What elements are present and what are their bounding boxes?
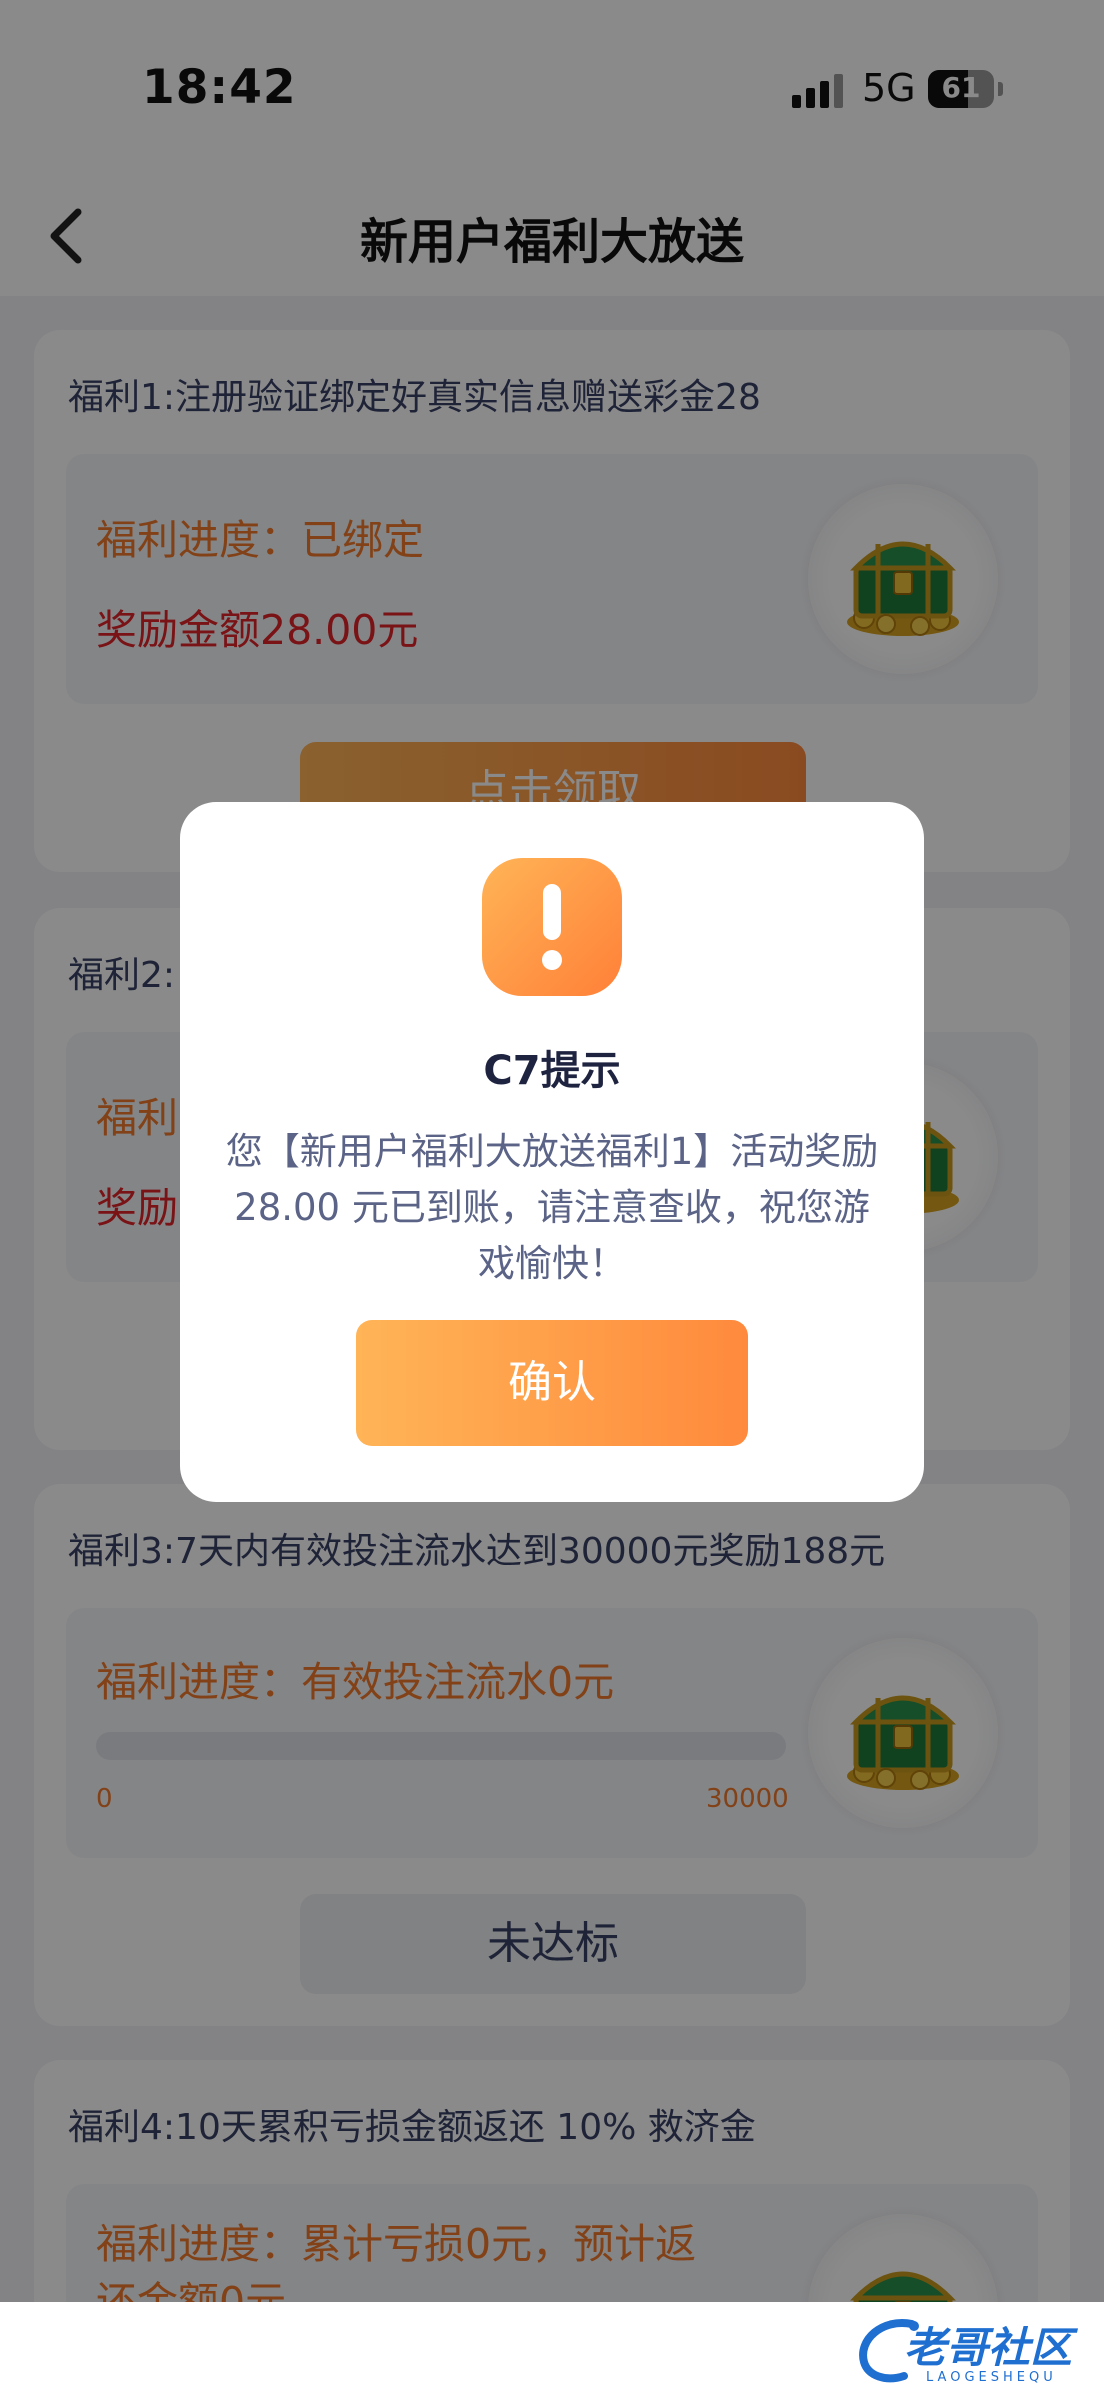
dialog-message: 您【新用户福利大放送福利1】活动奖励 28.00 元已到账，请注意查收，祝您游戏…	[225, 1130, 879, 1285]
watermark-text: 老哥社区	[904, 2323, 1073, 2372]
watermark-subtext: LAOGESHEQU	[926, 2370, 1057, 2385]
app-screen: 18:42 5G 61 新用户福利大放送 福利1:注册验证绑定好真实信息赠送彩金…	[0, 0, 1104, 2400]
watermark-logo: 老哥社区 LAOGESHEQU	[852, 2304, 1082, 2400]
exclamation-icon	[482, 858, 622, 996]
confirm-button[interactable]: 确认	[356, 1320, 748, 1446]
dialog-title: C7提示	[483, 1048, 621, 1094]
reward-dialog: C7提示 您【新用户福利大放送福利1】活动奖励 28.00 元已到账，请注意查收…	[180, 802, 924, 1502]
